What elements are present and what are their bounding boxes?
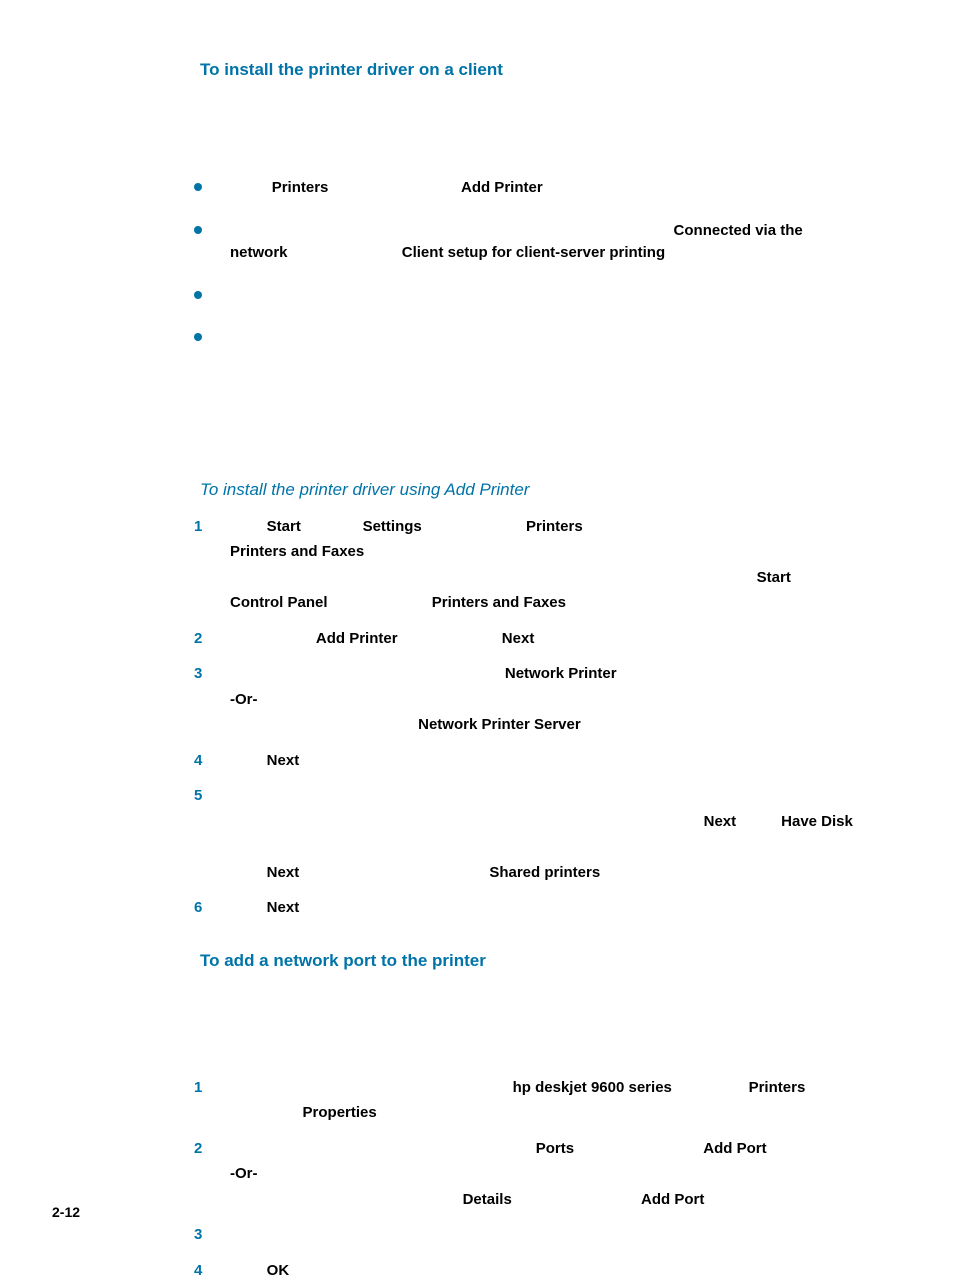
step-number: 5 — [194, 783, 224, 809]
list-item: If you are installing the printer softwa… — [194, 220, 864, 265]
document-page: To install the printer driver on a clien… — [0, 0, 954, 1220]
step-number: 6 — [194, 895, 224, 921]
heading-install-client: To install the printer driver on a clien… — [200, 60, 864, 80]
page-number: 2-12 — [52, 1204, 80, 1220]
list-item: 4 Click OK. — [194, 1258, 864, 1283]
step-number: 2 — [194, 626, 224, 652]
step-number: 4 — [194, 748, 224, 774]
list-item: 2 For Windows NT 4.0, 2000, and XP: Clic… — [194, 1136, 864, 1213]
or-separator: -Or- — [230, 1165, 258, 1182]
list-item: 4 Click Next. — [194, 748, 864, 774]
numbered-list: 1 From the Windows desktop, right-click … — [194, 1075, 864, 1283]
step-number: 4 — [194, 1258, 224, 1283]
intro-text: Once the server has been set up to share… — [200, 110, 864, 127]
list-item: Open a file that has been set up with th… — [194, 327, 864, 350]
list-item: 3 For Windows 98, Me, 2000, or XP, selec… — [194, 661, 864, 738]
bullet-icon — [194, 226, 202, 234]
bullet-icon — [194, 291, 202, 299]
list-item: Connect to a network printer that has al… — [194, 285, 864, 308]
subheading-add-printer: To install the printer driver using Add … — [200, 480, 864, 500]
list-item: 1 From the Windows desktop, right-click … — [194, 1075, 864, 1126]
heading-network-port: To add a network port to the printer — [200, 951, 864, 971]
list-item: In the Printers folder, double-click Add… — [194, 177, 864, 200]
list-item: 2 Double-click Add Printer, and then cli… — [194, 626, 864, 652]
step-number: 3 — [194, 661, 224, 687]
intro-text: If you have already installed the printe… — [200, 1001, 864, 1035]
bullet-list: In the Printers folder, double-click Add… — [194, 177, 864, 350]
numbered-list: 1 Click Start, point to Settings, and th… — [194, 514, 864, 921]
bullet-icon — [194, 183, 202, 191]
list-item: 1 Click Start, point to Settings, and th… — [194, 514, 864, 616]
step-number: 1 — [194, 514, 224, 540]
step-number: 3 — [194, 1222, 224, 1248]
step-number: 1 — [194, 1075, 224, 1101]
list-item: 3 Select the new network port and finish… — [194, 1222, 864, 1248]
list-item: 6 Click Next and follow the onscreen ins… — [194, 895, 864, 921]
or-separator: -Or- — [230, 691, 258, 708]
step-number: 2 — [194, 1136, 224, 1162]
bullet-icon — [194, 333, 202, 341]
list-item: 5 Do one of the following: Type in the n… — [194, 783, 864, 885]
